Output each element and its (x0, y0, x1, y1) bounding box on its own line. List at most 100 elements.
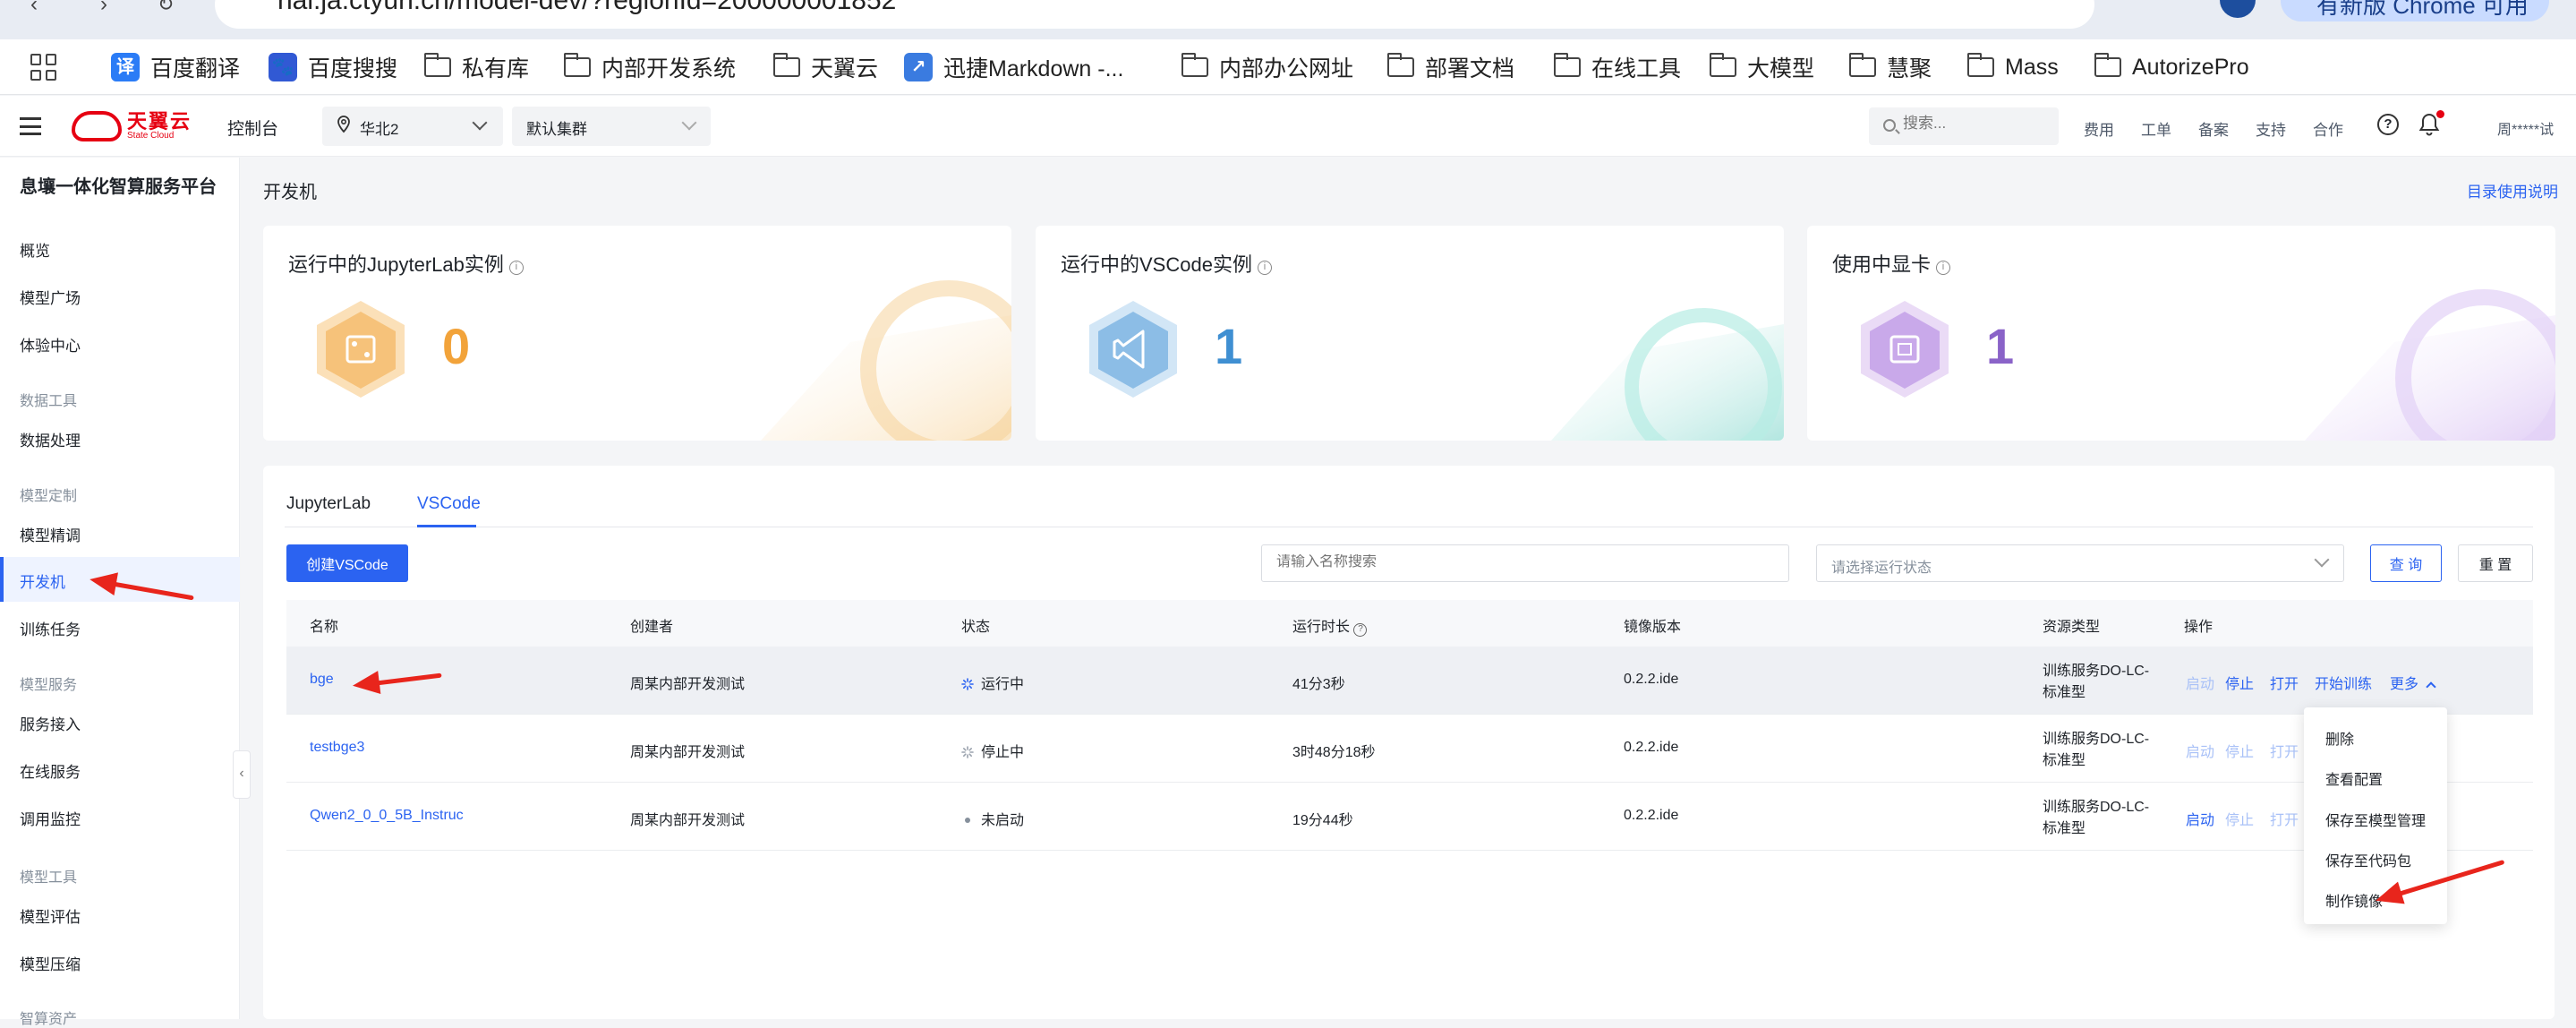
sidebar-group-label: 模型服务 (20, 678, 78, 693)
instance-name-link[interactable]: testbge3 (310, 740, 364, 756)
nav-link-partner[interactable]: 合作 (2313, 117, 2343, 140)
bookmark-folder[interactable]: 天翼云 (773, 52, 878, 82)
instance-name-link[interactable]: Qwen2_0_0_5B_Instruc (310, 808, 464, 824)
bookmark-label: AutorizePro (2132, 54, 2249, 80)
forward-icon[interactable]: › (100, 0, 125, 20)
column-header: 运行时长 ? (1292, 614, 1368, 637)
sidebar-collapse-icon[interactable]: ‹ (233, 750, 251, 799)
region-select[interactable]: 华北2 (322, 107, 503, 146)
reset-button[interactable]: 重 置 (2458, 544, 2533, 582)
info-icon[interactable]: i (508, 261, 524, 275)
nav-link-ticket[interactable]: 工单 (2141, 117, 2171, 140)
loading-spinner-icon (961, 746, 974, 758)
instance-name-link[interactable]: bge (310, 672, 334, 688)
start-button[interactable]: 启动 (2186, 808, 2214, 829)
name-search-field[interactable] (1261, 544, 1789, 582)
location-pin-icon (337, 116, 350, 133)
help-icon[interactable]: ? (1353, 623, 1368, 637)
sidebar-item-service-access[interactable]: 服务接入 (0, 699, 240, 744)
resource-type-cell: 训练服务DO-LC- 标准型 (2043, 800, 2150, 836)
back-icon[interactable]: ‹ (30, 0, 55, 20)
query-button[interactable]: 查 询 (2370, 544, 2442, 582)
bookmark-markdown[interactable]: ↗ 迅捷Markdown -... (904, 52, 1123, 82)
sidebar: 息壤一体化智算服务平台 概览 模型广场 体验中心 数据工具 数据处理 模型定制 … (0, 158, 240, 1027)
sidebar-item-model-square[interactable]: 模型广场 (0, 273, 240, 318)
doc-link[interactable]: 目录使用说明 (2467, 179, 2558, 201)
stat-label: 使用中显卡 i (1832, 249, 1951, 278)
sidebar-item-call-monitor[interactable]: 调用监控 (0, 794, 240, 839)
reload-icon[interactable]: ↻ (158, 0, 183, 20)
creator-cell: 周某内部开发测试 (630, 745, 746, 760)
address-bar[interactable]: hai.ja.ctyun.cn/model-dev/?regionId=2000… (215, 0, 2249, 29)
help-icon[interactable]: ? (2377, 114, 2399, 135)
folder-icon (1554, 53, 1581, 77)
bookmark-folder[interactable]: 慧聚 (1849, 52, 1932, 82)
tab-vscode[interactable]: VSCode (417, 494, 481, 514)
sidebar-item-online-service[interactable]: 在线服务 (0, 747, 240, 792)
profile-avatar[interactable] (2220, 0, 2256, 18)
sidebar-item-dev-machine[interactable]: 开发机 (0, 557, 240, 602)
apps-grid-icon[interactable] (30, 54, 57, 81)
name-search-input[interactable] (1276, 554, 1760, 570)
sidebar-item-overview[interactable]: 概览 (0, 226, 240, 270)
bookmark-folder[interactable]: 在线工具 (1554, 52, 1681, 82)
bookmark-folder[interactable]: 私有库 (424, 52, 529, 82)
open-button[interactable]: 打开 (2270, 740, 2299, 761)
stop-button[interactable]: 停止 (2225, 740, 2254, 761)
bookmark-baidu-translate[interactable]: 译百度翻译 (111, 52, 240, 82)
gpu-chip-icon (1861, 301, 1949, 398)
sidebar-item-fine-tune[interactable]: 模型精调 (0, 510, 240, 555)
chevron-up-icon (2426, 681, 2437, 692)
sidebar-item-experience[interactable]: 体验中心 (0, 321, 240, 365)
bookmark-label: 迅捷Markdown -... (943, 56, 1124, 81)
info-icon[interactable]: i (1936, 261, 1951, 275)
bookmark-folder[interactable]: Mass (1967, 52, 2059, 82)
sidebar-item-model-compress[interactable]: 模型压缩 (0, 939, 240, 984)
user-account[interactable]: 周*****试 (2497, 117, 2554, 139)
info-icon[interactable]: i (1257, 261, 1272, 275)
url-text: hai.ja.ctyun.cn/model-dev/?regionId=2000… (277, 0, 897, 15)
brand-logo[interactable]: 天翼云 State Cloud (72, 108, 192, 144)
bookmark-baidu-search[interactable]: 🐾 百度搜搜 (269, 52, 397, 82)
start-training-button[interactable]: 开始训练 (2315, 672, 2372, 693)
page-title: 开发机 (263, 183, 317, 202)
jupyterlab-icon (317, 301, 405, 398)
bookmark-folder[interactable]: 部署文档 (1387, 52, 1514, 82)
more-button[interactable]: 更多 (2390, 672, 2437, 693)
menu-item-view-config[interactable]: 查看配置 (2325, 767, 2383, 789)
menu-item-save-to-code[interactable]: 保存至代码包 (2325, 849, 2411, 870)
sidebar-item-data-processing[interactable]: 数据处理 (0, 415, 240, 460)
stop-button[interactable]: 停止 (2225, 808, 2254, 829)
column-header: 操作 (2184, 620, 2213, 635)
sidebar-item-model-eval[interactable]: 模型评估 (0, 892, 240, 937)
console-link[interactable]: 控制台 (227, 116, 278, 140)
bookmark-folder[interactable]: 大模型 (1710, 52, 1814, 82)
create-vscode-button[interactable]: 创建VSCode (286, 544, 408, 582)
bookmark-folder[interactable]: 内部开发系统 (564, 52, 736, 82)
open-button[interactable]: 打开 (2270, 672, 2299, 693)
status-filter-placeholder: 请选择运行状态 (1831, 561, 1932, 576)
bookmark-folder[interactable]: 内部办公网址 (1181, 52, 1353, 82)
sidebar-item-training[interactable]: 训练任务 (0, 604, 240, 649)
global-search[interactable] (1869, 107, 2059, 145)
hamburger-menu-icon[interactable] (20, 117, 41, 135)
nav-link-billing[interactable]: 费用 (2084, 117, 2114, 140)
cluster-select[interactable]: 默认集群 (512, 107, 711, 146)
chrome-update-button[interactable]: 有新版 Chrome 可用 (2281, 0, 2549, 21)
status-filter-select[interactable]: 请选择运行状态 (1816, 544, 2344, 582)
stop-button[interactable]: 停止 (2225, 672, 2254, 693)
global-search-input[interactable] (1903, 115, 2046, 133)
menu-item-delete[interactable]: 删除 (2325, 727, 2354, 749)
menu-item-save-to-model[interactable]: 保存至模型管理 (2325, 809, 2426, 830)
folder-icon (1181, 53, 1208, 77)
card-decoration (2305, 289, 2555, 441)
open-button[interactable]: 打开 (2270, 808, 2299, 829)
nav-link-filing[interactable]: 备案 (2198, 117, 2229, 140)
tab-jupyterlab[interactable]: JupyterLab (286, 494, 371, 514)
start-button[interactable]: 启动 (2186, 672, 2214, 693)
bookmark-label: Mass (2005, 54, 2059, 80)
nav-link-support[interactable]: 支持 (2256, 117, 2286, 140)
notification-badge (2436, 110, 2444, 118)
bookmark-folder[interactable]: AutorizePro (2094, 52, 2249, 82)
start-button[interactable]: 启动 (2186, 740, 2214, 761)
